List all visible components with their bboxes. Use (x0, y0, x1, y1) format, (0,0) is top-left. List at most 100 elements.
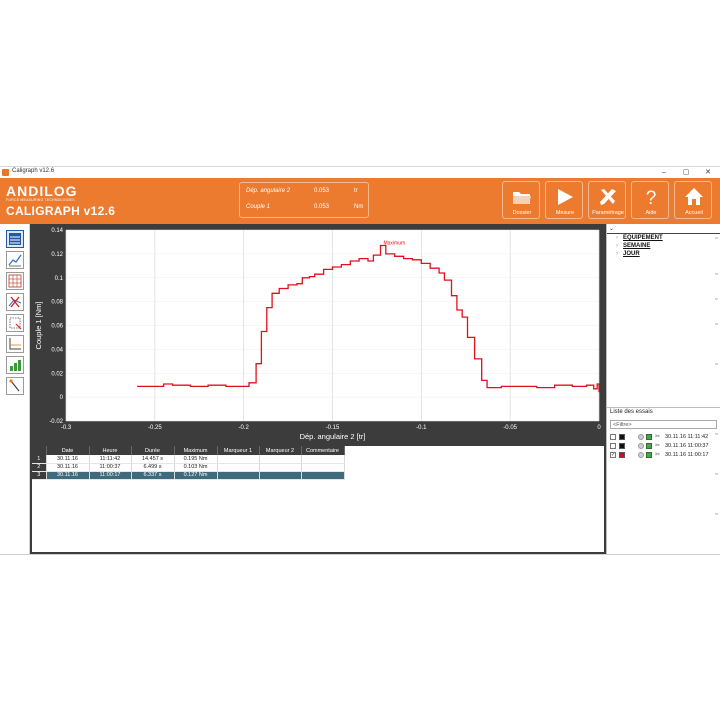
chevron-right-icon: › (616, 243, 618, 249)
edge-scrollbar[interactable] (712, 224, 720, 554)
column-header[interactable]: Maximum (174, 446, 218, 455)
row-index: 2 (32, 463, 47, 472)
column-header[interactable]: Date (46, 446, 90, 455)
folder-tree: ⌄ › EQUIPEMENT › SEMAINE › JOUR (607, 224, 720, 408)
aide-button[interactable]: ? Aide (631, 181, 669, 219)
main-panel: -0.3 -0.25 -0.2 -0.15 -0.1 -0.05 0 -0.02 0 0.02 0.… (30, 224, 606, 554)
readout-unit: Nm (354, 204, 364, 210)
app-icon (2, 169, 9, 176)
grid-view-icon (8, 274, 22, 288)
marker-button[interactable] (6, 377, 24, 395)
accueil-button[interactable]: Accueil (674, 181, 712, 219)
window-titlebar: Caligraph v12.6 – ▢ ✕ (0, 166, 720, 178)
marker-icon (9, 379, 20, 392)
filter-input[interactable]: <Filtre> (610, 420, 717, 429)
tree-item-semaine[interactable]: › SEMAINE (616, 243, 650, 249)
cell-commentaire[interactable] (301, 471, 345, 480)
collapse-chevron-icon[interactable]: ⌄ (609, 225, 617, 233)
scissors-icon[interactable]: ✂ (655, 451, 663, 459)
left-toolbar (0, 224, 30, 554)
x-tick-label: -0.15 (326, 425, 340, 431)
cell-marqueur-2 (259, 471, 302, 480)
parametrage-button[interactable]: Paramétrage (588, 181, 626, 219)
axes-button[interactable] (6, 335, 24, 353)
tests-list: Liste des essais <Filtre> ✂ 30.11.16 11:… (607, 408, 720, 554)
cell-marqueur-2 (259, 463, 302, 472)
readout-label: Dép. angulaire 2 (246, 188, 291, 194)
table-view-button[interactable] (6, 230, 24, 248)
delete-curve-button[interactable] (6, 293, 24, 311)
column-header[interactable]: Marqueur 2 (259, 446, 302, 455)
x-axis-label: Dép. angulaire 2 [tr] (300, 432, 366, 441)
scissors-icon[interactable]: ✂ (655, 442, 663, 450)
list-item[interactable]: ✂ 30.11.16 11:11:42 (610, 433, 720, 441)
list-item[interactable]: ✂ 30.11.16 11:00:37 (610, 442, 720, 450)
grid-view-button[interactable] (6, 272, 24, 290)
export-icon[interactable] (646, 434, 652, 440)
x-tick-label: -0.25 (148, 425, 162, 431)
y-tick-label: 0.1 (55, 276, 64, 282)
test-checkbox-checked[interactable]: ✓ (610, 452, 616, 458)
x-tick-label: 0 (597, 425, 601, 431)
brand-tagline: FORCE MEASURING TECHNOLOGIES (6, 198, 75, 202)
chart-area[interactable]: -0.3 -0.25 -0.2 -0.15 -0.1 -0.05 0 -0.02 0 0.02 0.… (30, 224, 606, 444)
close-button[interactable]: ✕ (700, 167, 716, 178)
live-readout: Dép. angulaire 2 0.053 tr Couple 1 0.053… (239, 182, 369, 218)
app-header: ANDILOG FORCE MEASURING TECHNOLOGIES CAL… (0, 178, 720, 224)
column-header[interactable]: Marqueur 1 (217, 446, 260, 455)
scissors-icon[interactable]: ✂ (655, 433, 663, 441)
right-panel: ⌄ › EQUIPEMENT › SEMAINE › JOUR Liste des e… (606, 224, 720, 554)
divider (0, 554, 720, 555)
table-row-selected[interactable]: 3 30.11.16 11:00:17 6.337 s 0.127 Nm (32, 471, 345, 480)
column-header[interactable]: Commentaire (301, 446, 345, 455)
column-header (32, 446, 47, 455)
table-row[interactable]: 1 30.11.16 11:11:42 14.457 s 0.195 Nm (32, 455, 345, 464)
row-index: 3 (32, 471, 47, 480)
visibility-icon[interactable] (638, 452, 644, 458)
column-header[interactable]: Heure (89, 446, 132, 455)
curve-view-icon (8, 254, 22, 267)
cell-date: 30.11.16 (46, 471, 90, 480)
aide-label: Aide (645, 210, 657, 216)
divider (607, 233, 720, 234)
test-datetime: 30.11.16 11:00:37 (665, 443, 709, 449)
zoom-region-button[interactable] (6, 314, 24, 332)
cell-marqueur-1 (217, 471, 260, 480)
cell-date: 30.11.16 (46, 463, 90, 472)
test-checkbox[interactable] (610, 434, 616, 440)
table-row[interactable]: 2 30.11.16 11:00:37 6.499 s 0.103 Nm (32, 463, 345, 472)
tree-item-jour[interactable]: › JOUR (616, 251, 640, 257)
cell-duree: 6.499 s (131, 463, 175, 472)
x-tick-label: -0.05 (503, 425, 517, 431)
test-checkbox[interactable] (610, 443, 616, 449)
color-swatch[interactable] (619, 443, 625, 449)
cell-maximum: 0.127 Nm (174, 471, 218, 480)
column-header[interactable]: Durée (131, 446, 175, 455)
minimize-button[interactable]: – (656, 167, 672, 178)
cell-commentaire[interactable] (301, 463, 345, 472)
axes-icon (9, 338, 21, 350)
cell-commentaire[interactable] (301, 455, 345, 464)
tree-item-label: SEMAINE (623, 243, 651, 249)
visibility-icon[interactable] (638, 434, 644, 440)
color-swatch[interactable] (619, 452, 625, 458)
list-item[interactable]: ✓ ✂ 30.11.16 11:00:17 (610, 451, 720, 459)
delete-curve-icon (8, 296, 22, 308)
mesure-button[interactable]: Mesure (545, 181, 583, 219)
dossier-button[interactable]: Dossier (502, 181, 540, 219)
cell-maximum: 0.195 Nm (174, 455, 218, 464)
y-tick-label: 0.12 (51, 252, 63, 258)
maximize-button[interactable]: ▢ (678, 167, 694, 178)
y-axis-label: Couple 1 [Nm] (34, 302, 43, 350)
color-swatch[interactable] (619, 434, 625, 440)
parametrage-label: Paramétrage (592, 210, 624, 216)
export-icon[interactable] (646, 452, 652, 458)
export-icon[interactable] (646, 443, 652, 449)
torque-chart[interactable]: -0.3 -0.25 -0.2 -0.15 -0.1 -0.05 0 -0.02 0 0.02 0.… (30, 224, 606, 444)
visibility-icon[interactable] (638, 443, 644, 449)
readout-value: 0.053 (314, 204, 330, 210)
curve-view-button[interactable] (6, 251, 24, 269)
y-tick-label: -0.02 (49, 419, 63, 425)
tree-item-equipement[interactable]: › EQUIPEMENT (616, 235, 663, 241)
statistics-button[interactable] (6, 356, 24, 374)
